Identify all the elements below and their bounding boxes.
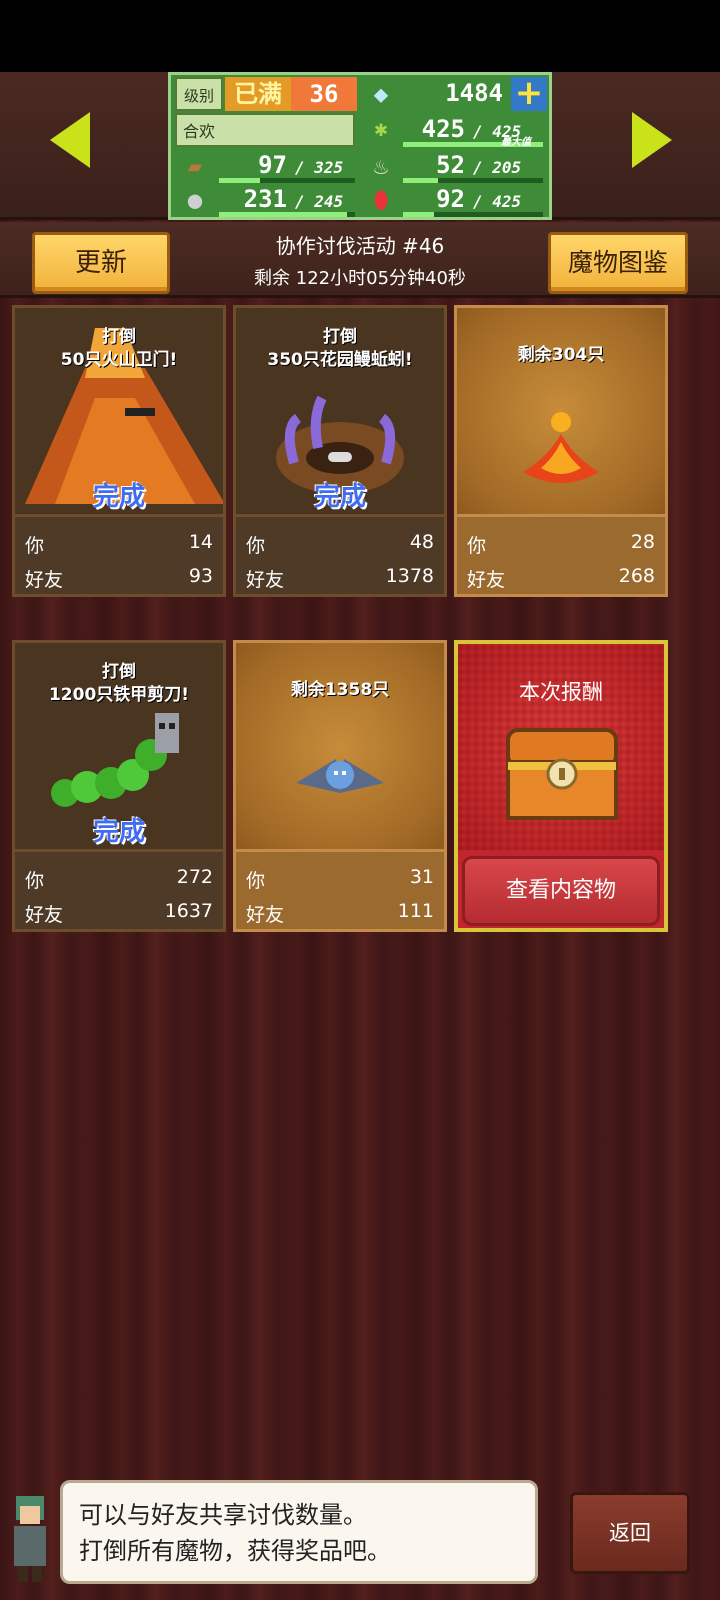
friend-count: 1637 <box>164 900 213 922</box>
grass-icon: ✱ <box>374 117 388 142</box>
red-gem-bar <box>403 212 543 217</box>
friend-count: 268 <box>618 565 655 587</box>
status-bar <box>0 0 720 72</box>
monster-card[interactable]: 剩余1358只 你 31 好友 111 <box>233 640 447 932</box>
friend-count: 111 <box>397 900 434 922</box>
card-goal: 打倒 50只火山卫门! <box>60 327 178 370</box>
friend-label: 好友 <box>246 569 285 591</box>
bestiary-button[interactable]: 魔物图鉴 <box>548 232 688 294</box>
reward-card: 本次报酬 查看内容物 <box>454 640 668 932</box>
meat-icon: ♨ <box>373 152 389 180</box>
friend-label: 好友 <box>25 569 64 591</box>
event-remaining-time: 剩余 122小时05分钟40秒 <box>254 268 466 289</box>
remaining-count: 剩余1358只 <box>290 680 390 700</box>
tip-line-2: 打倒所有魔物，获得奖品吧。 <box>79 1537 391 1565</box>
add-gems-button[interactable]: + <box>511 76 547 111</box>
event-title: 协作讨伐活动 #46 <box>275 234 445 258</box>
back-button[interactable]: 返回 <box>570 1492 690 1574</box>
card-goal: 打倒 1200只铁甲剪刀! <box>48 662 190 705</box>
friend-label: 好友 <box>246 904 285 926</box>
complete-label: 完成 <box>92 817 145 847</box>
monster-card[interactable]: 剩余304只 你 28 好友 268 <box>454 305 668 597</box>
you-count: 48 <box>409 531 434 553</box>
level-value: 36 <box>291 77 357 111</box>
player-title: 合欢 <box>175 113 355 147</box>
friend-label: 好友 <box>25 904 64 926</box>
you-label: 你 <box>25 535 45 557</box>
level-label: 级别 <box>175 77 223 111</box>
complete-label: 完成 <box>92 482 145 512</box>
next-arrow-button[interactable] <box>632 112 672 168</box>
card-goal: 打倒 350只花园鳗蚯蚓! <box>267 327 413 370</box>
level-max-badge: 已满 <box>225 77 291 111</box>
ore-bar <box>219 212 355 217</box>
you-count: 272 <box>176 866 213 888</box>
prev-arrow-button[interactable] <box>50 112 90 168</box>
player-stats-panel: 级别 已满 36 ◆ 1484 + 合欢 ✱ 425 / 425 最大值 ▰ 9… <box>168 72 552 220</box>
monster-card[interactable]: 打倒 1200只铁甲剪刀! 完成 你 272 好友 1637 <box>12 640 226 932</box>
monster-card[interactable]: 打倒 50只火山卫门! 完成 你 14 好友 93 <box>12 305 226 597</box>
wood-log-icon: ▰ <box>187 152 203 180</box>
friend-label: 好友 <box>467 569 506 591</box>
you-label: 你 <box>246 870 266 892</box>
tip-line-1: 可以与好友共享讨伐数量。 <box>79 1501 367 1529</box>
meat-max: 205 <box>492 158 522 177</box>
complete-label: 完成 <box>313 482 366 512</box>
tip-dialog: 可以与好友共享讨伐数量。 打倒所有魔物，获得奖品吧。 <box>60 1480 538 1584</box>
treasure-chest-icon <box>506 728 618 820</box>
red-gem-max: 425 <box>492 192 522 211</box>
you-label: 你 <box>246 535 266 557</box>
monster-card[interactable]: 打倒 350只花园鳗蚯蚓! 完成 你 48 好友 1378 <box>233 305 447 597</box>
you-count: 14 <box>188 531 213 553</box>
red-gem-icon: ⬮ <box>373 186 389 214</box>
you-count: 28 <box>630 531 655 553</box>
gem-count: 1484 <box>445 79 503 107</box>
wood-max: 325 <box>314 158 344 177</box>
guide-avatar <box>14 1496 46 1582</box>
header-panel: 级别 已满 36 ◆ 1484 + 合欢 ✱ 425 / 425 最大值 ▰ 9… <box>0 72 720 220</box>
event-bar: 更新 协作讨伐活动 #46 剩余 122小时05分钟40秒 魔物图鉴 <box>0 222 720 298</box>
diamond-icon: ◆ <box>373 80 389 108</box>
max-tag: 最大值 <box>501 137 531 148</box>
refresh-button[interactable]: 更新 <box>32 232 170 294</box>
friend-count: 93 <box>188 565 213 587</box>
fire-slime-icon <box>523 412 599 483</box>
view-contents-button[interactable]: 查看内容物 <box>462 856 660 926</box>
ore-max: 245 <box>314 192 344 211</box>
ore-icon: ● <box>187 186 203 214</box>
friend-count: 1378 <box>385 565 434 587</box>
bat-monster-icon <box>296 759 384 793</box>
you-label: 你 <box>25 870 45 892</box>
you-label: 你 <box>467 535 487 557</box>
remaining-count: 剩余304只 <box>517 345 605 365</box>
you-count: 31 <box>409 866 434 888</box>
